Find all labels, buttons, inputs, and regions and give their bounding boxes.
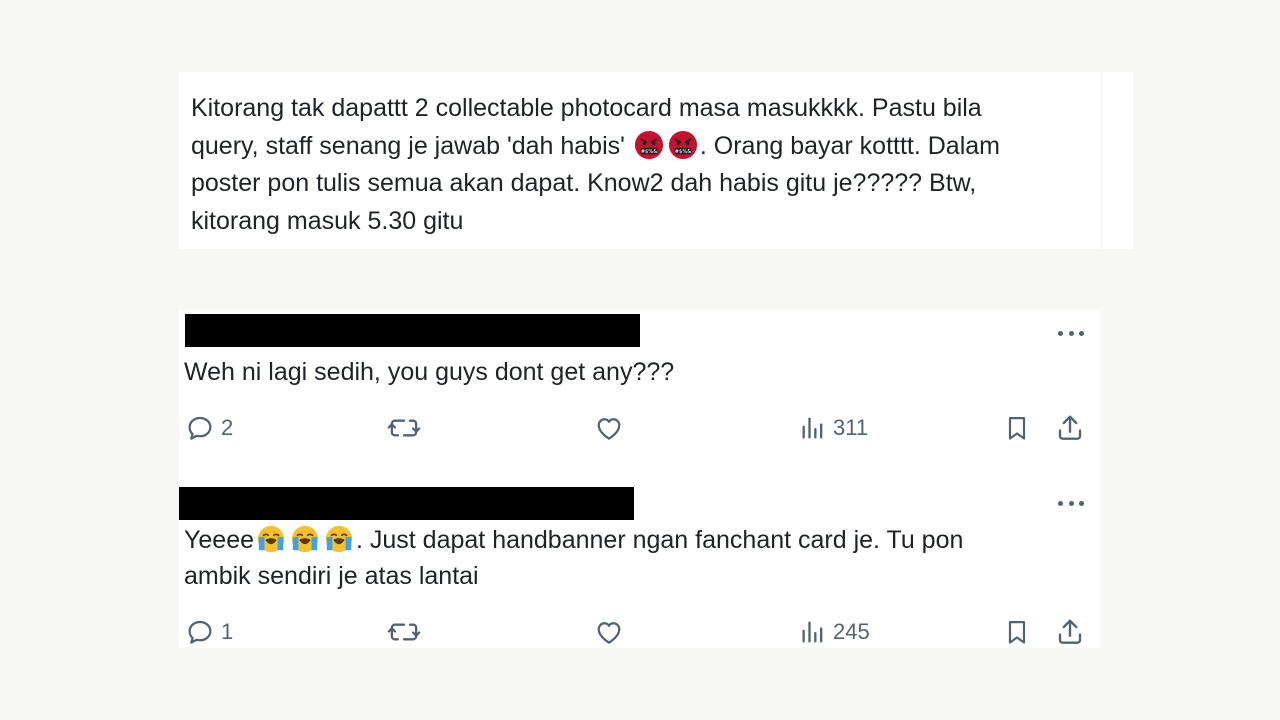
views-icon bbox=[802, 417, 823, 439]
bookmark-button[interactable] bbox=[1003, 410, 1031, 446]
reply-text: Yeeee . Just dapat handbanner ngan fancha… bbox=[184, 522, 1064, 594]
share-icon bbox=[1058, 619, 1082, 644]
svg-text:#$%&: #$%& bbox=[675, 148, 691, 154]
like-icon bbox=[597, 622, 621, 644]
more-options-button[interactable] bbox=[1058, 328, 1084, 338]
main-post-line-2-text: query, staff senang je jawab 'dah habis' bbox=[191, 131, 625, 160]
reply-text-tail: . Just dapat handbanner ngan fanchant ca… bbox=[356, 526, 964, 554]
more-icon-dot bbox=[1079, 330, 1084, 336]
main-post-text: Kitorang tak dapattt 2 collectable photo… bbox=[191, 90, 1091, 240]
like-button[interactable] bbox=[593, 614, 625, 650]
angry-face-emoji-icon: #$%& bbox=[668, 130, 697, 159]
more-icon-dot bbox=[1058, 500, 1063, 506]
more-icon-dot bbox=[1058, 330, 1063, 336]
reply-icon bbox=[188, 620, 212, 644]
crying-face-emoji-icon bbox=[257, 525, 285, 553]
retweet-icon bbox=[387, 623, 421, 641]
main-post-card: Kitorang tak dapattt 2 collectable photo… bbox=[179, 72, 1133, 249]
reply-button[interactable]: 2 bbox=[185, 410, 233, 446]
more-options-button[interactable] bbox=[1058, 498, 1084, 508]
retweet-button[interactable] bbox=[387, 410, 421, 446]
reply-text-start: Yeeee bbox=[184, 526, 254, 554]
retweet-button[interactable] bbox=[387, 614, 421, 650]
like-button[interactable] bbox=[593, 410, 625, 446]
views-button[interactable]: 311 bbox=[799, 410, 868, 446]
main-post-line-2-tail: . Orang bayar kotttt. Dalam bbox=[699, 131, 1000, 160]
reply-text: Weh ni lagi sedih, you guys dont get any… bbox=[184, 358, 675, 386]
share-icon bbox=[1058, 415, 1082, 440]
reply-card: Yeeee . Just dapat handbanner ngan fancha… bbox=[179, 480, 1100, 648]
redacted-username bbox=[179, 487, 634, 520]
reply-count: 2 bbox=[221, 415, 234, 440]
like-icon bbox=[597, 418, 621, 440]
reply-icon bbox=[188, 416, 212, 440]
views-button[interactable]: 245 bbox=[799, 614, 870, 650]
crying-face-emoji-icon bbox=[291, 525, 319, 553]
reply-card: Weh ni lagi sedih, you guys dont get any… bbox=[179, 310, 1100, 480]
reply-text-line-2: ambik sendiri je atas lantai bbox=[184, 562, 479, 590]
main-post-line-4: kitorang masuk 5.30 gitu bbox=[191, 206, 464, 235]
reply-count: 1 bbox=[221, 619, 234, 644]
main-post-line-3: poster pon tulis semua akan dapat. Know2… bbox=[191, 169, 977, 197]
crying-face-emoji-icon bbox=[325, 525, 353, 553]
main-post-line-2: query, staff senang je jawab 'dah habis'… bbox=[191, 128, 1091, 166]
angry-face-emoji-icon: #$%& bbox=[634, 130, 663, 159]
bookmark-icon bbox=[1008, 620, 1026, 644]
svg-text:#$%&: #$%& bbox=[641, 148, 657, 154]
more-icon-dot bbox=[1079, 500, 1084, 506]
view-count: 245 bbox=[833, 619, 870, 644]
reply-button[interactable]: 1 bbox=[185, 614, 233, 650]
share-button[interactable] bbox=[1055, 410, 1085, 446]
more-icon-dot bbox=[1068, 330, 1074, 336]
bookmark-button[interactable] bbox=[1003, 614, 1031, 650]
bookmark-icon bbox=[1008, 416, 1026, 440]
reply-text-line-1: Yeeee . Just dapat handbanner ngan fancha… bbox=[184, 522, 1064, 558]
more-icon-dot bbox=[1068, 500, 1074, 506]
main-post-line-1: Kitorang tak dapattt 2 collectable photo… bbox=[191, 94, 982, 122]
retweet-icon bbox=[387, 419, 421, 437]
redacted-username bbox=[185, 314, 640, 347]
views-icon bbox=[802, 621, 823, 643]
action-bar: 1 245 bbox=[179, 614, 1100, 650]
share-button[interactable] bbox=[1055, 614, 1085, 650]
action-bar: 2 311 bbox=[179, 410, 1100, 446]
view-count: 311 bbox=[833, 415, 869, 440]
divider bbox=[1101, 72, 1102, 249]
